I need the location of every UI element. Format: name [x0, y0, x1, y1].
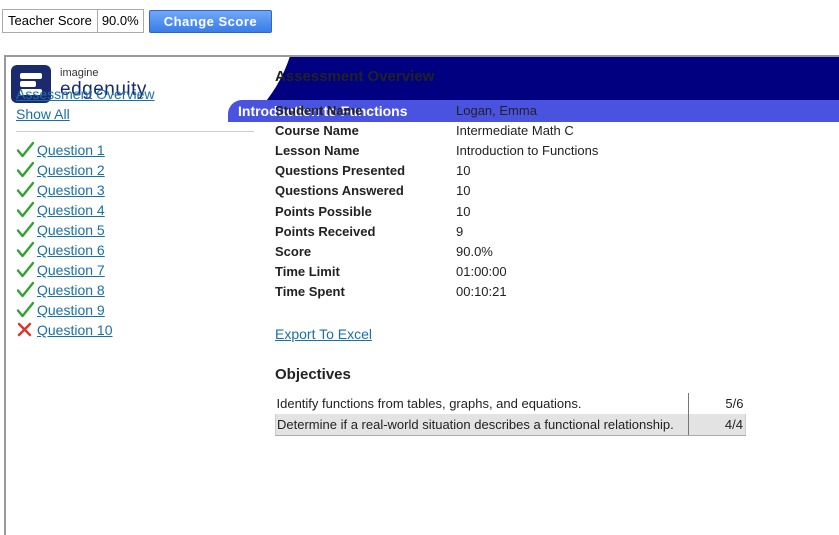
question-link-9[interactable]: Question 9	[37, 300, 105, 320]
objectives-title: Objectives	[275, 365, 351, 383]
sidebar-divider	[16, 131, 254, 132]
question-item: Question 7	[16, 260, 256, 280]
info-value: Logan, Emma	[456, 102, 537, 118]
checkmark-icon	[16, 201, 35, 219]
info-row: Time Limit 01:00:00	[275, 262, 835, 282]
question-item: Question 6	[16, 240, 256, 260]
question-link-1[interactable]: Question 1	[37, 140, 105, 160]
info-value: 9	[456, 223, 464, 239]
info-label: Questions Presented	[275, 163, 406, 179]
info-label: Lesson Name	[275, 142, 360, 158]
info-value: 10	[456, 163, 471, 179]
info-value: 00:10:21	[456, 284, 507, 300]
objective-score: 5/6	[725, 395, 744, 411]
info-row: Student Name Logan, Emma	[275, 100, 835, 120]
section-title: Assessment Overview	[275, 68, 435, 85]
checkmark-icon	[16, 221, 35, 239]
question-item: Question 8	[16, 280, 256, 300]
question-link-7[interactable]: Question 7	[37, 260, 105, 280]
info-row: Lesson Name Introduction to Functions	[275, 140, 835, 160]
info-value: Intermediate Math C	[456, 122, 574, 138]
question-link-6[interactable]: Question 6	[37, 240, 105, 260]
question-item: Question 4	[16, 200, 256, 220]
question-link-5[interactable]: Question 5	[37, 220, 105, 240]
show-all-link[interactable]: Show All	[16, 104, 256, 124]
objective-text: Determine if a real-world situation desc…	[275, 413, 689, 436]
info-row: Score 90.0%	[275, 241, 835, 261]
logo-text-imagine: imagine	[60, 67, 99, 79]
info-value: Introduction to Functions	[456, 142, 599, 158]
info-row: Course Name Intermediate Math C	[275, 120, 835, 140]
info-value: 10	[456, 203, 471, 219]
teacher-score-label: Teacher Score	[2, 9, 98, 33]
info-label: Time Spent	[275, 284, 345, 300]
question-item: Question 9	[16, 300, 256, 320]
checkmark-icon	[16, 261, 35, 279]
info-row: Questions Answered 10	[275, 181, 835, 201]
info-label: Score	[275, 243, 312, 259]
checkmark-icon	[16, 241, 35, 259]
sidebar: Assessment Overview Show All Question 1Q…	[16, 84, 256, 340]
teacher-score-value[interactable]: 90.0%	[97, 9, 144, 33]
question-item: Question 10	[16, 320, 256, 340]
export-to-excel-link[interactable]: Export To Excel	[275, 326, 835, 342]
change-score-button[interactable]: Change Score	[148, 9, 273, 33]
objective-row: Determine if a real-world situation desc…	[275, 413, 746, 436]
info-label: Questions Answered	[275, 183, 404, 199]
x-mark-icon	[16, 321, 35, 339]
question-link-3[interactable]: Question 3	[37, 180, 105, 200]
objective-text: Identify functions from tables, graphs, …	[275, 392, 689, 414]
checkmark-icon	[16, 161, 35, 179]
question-list: Question 1 Question 2 Question 3 Question 4…	[16, 140, 256, 340]
checkmark-icon	[16, 281, 35, 299]
info-row: Time Spent 00:10:21	[275, 282, 835, 302]
question-link-4[interactable]: Question 4	[37, 200, 105, 220]
info-label: Course Name	[275, 122, 359, 138]
assessment-info: Student Name Logan, Emma Course Name Interm…	[275, 100, 835, 302]
question-item: Question 3	[16, 180, 256, 200]
main-content: Assessment Overview Student Name Logan, E…	[275, 68, 835, 436]
teacher-score-bar: Teacher Score 90.0% Change Score	[2, 8, 273, 34]
question-link-8[interactable]: Question 8	[37, 280, 105, 300]
objectives-table: Identify functions from tables, graphs, …	[275, 392, 746, 436]
question-item: Question 5	[16, 220, 256, 240]
question-link-10[interactable]: Question 10	[37, 320, 113, 340]
info-label: Time Limit	[275, 264, 340, 280]
question-link-2[interactable]: Question 2	[37, 160, 105, 180]
info-row: Questions Presented 10	[275, 161, 835, 181]
info-row: Points Received 9	[275, 221, 835, 241]
question-item: Question 2	[16, 160, 256, 180]
checkmark-icon	[16, 181, 35, 199]
info-value: 10	[456, 183, 471, 199]
info-label: Points Possible	[275, 203, 372, 219]
info-value: 01:00:00	[456, 264, 507, 280]
objective-score: 4/4	[688, 413, 746, 436]
checkmark-icon	[16, 141, 35, 159]
objective-row: Identify functions from tables, graphs, …	[275, 392, 746, 414]
assessment-overview-link[interactable]: Assessment Overview	[16, 84, 256, 104]
info-label: Student Name	[275, 102, 363, 118]
info-label: Points Received	[275, 223, 376, 239]
info-value: 90.0%	[456, 243, 493, 259]
info-row: Points Possible 10	[275, 201, 835, 221]
checkmark-icon	[16, 301, 35, 319]
question-item: Question 1	[16, 140, 256, 160]
